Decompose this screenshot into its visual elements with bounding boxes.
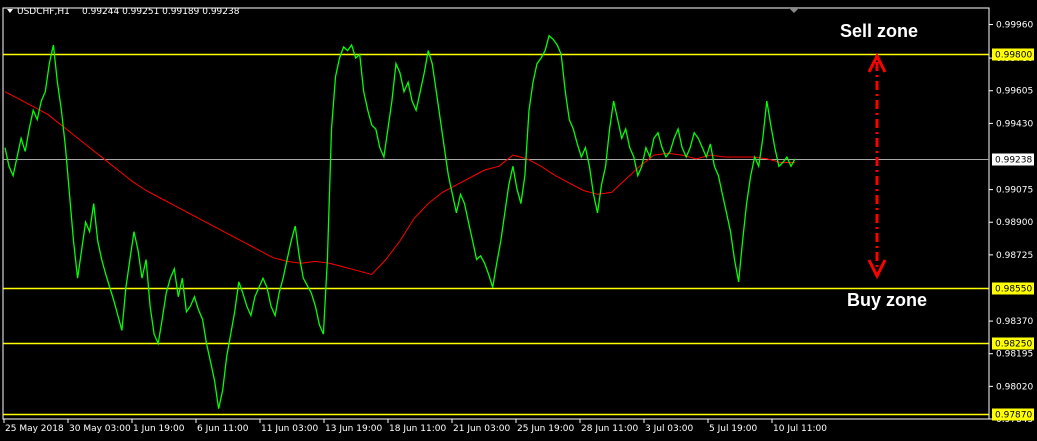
x-tick-label: 5 Jul 19:00 xyxy=(709,424,758,434)
x-tick-label: 3 Jul 03:00 xyxy=(645,424,694,434)
level-label: 0.97870 xyxy=(995,411,1032,421)
y-tick-label: 0.98020 xyxy=(996,382,1033,392)
x-tick-label: 25 Jun 19:00 xyxy=(517,424,574,434)
buy-zone-label: Buy zone xyxy=(847,290,927,310)
moving-average-line xyxy=(4,91,795,276)
price-series-layer xyxy=(4,34,796,409)
x-axis: 25 May 2018 30 May 03:00 1 Jun 19:00 6 Jun … xyxy=(3,419,827,434)
x-tick-label: 30 May 03:00 xyxy=(69,424,131,434)
ohlc-values: 0.99244 0.99251 0.99189 0.99238 xyxy=(82,7,240,17)
level-label: 0.99800 xyxy=(995,51,1032,61)
y-tick-label: 0.98900 xyxy=(996,218,1033,228)
current-price-label: 0.99238 xyxy=(995,156,1032,166)
chart-root: 0.999600.997800.996050.994300.990750.989… xyxy=(0,0,1037,441)
level-label: 0.98550 xyxy=(995,285,1032,295)
y-tick-label: 0.99075 xyxy=(996,186,1033,196)
y-tick-label: 0.98370 xyxy=(996,317,1033,327)
x-tick-label: 28 Jun 11:00 xyxy=(581,424,638,434)
x-tick-label: 10 Jul 11:00 xyxy=(773,424,827,434)
y-tick-label: 0.99960 xyxy=(996,21,1033,31)
y-tick-label: 0.99605 xyxy=(996,87,1033,97)
y-axis: 0.999600.997800.996050.994300.990750.989… xyxy=(989,21,1034,425)
symbol-label: USDCHF,H1 xyxy=(17,7,70,17)
levels-layer xyxy=(3,53,989,416)
x-tick-label: 6 Jun 11:00 xyxy=(197,424,249,434)
x-tick-label: 13 Jun 19:00 xyxy=(325,424,382,434)
price-chart: 0.999600.997800.996050.994300.990750.989… xyxy=(2,7,1034,434)
x-tick-label: 21 Jun 03:00 xyxy=(453,424,510,434)
moving-average-layer xyxy=(4,91,795,276)
price-line xyxy=(4,34,796,409)
x-tick-label: 18 Jun 11:00 xyxy=(389,424,446,434)
x-tick-label: 1 Jun 19:00 xyxy=(133,424,185,434)
annotations-layer: Sell zone Buy zone xyxy=(840,21,927,310)
y-tick-label: 0.98725 xyxy=(996,251,1033,261)
plot-frame xyxy=(2,7,990,420)
sell-zone-label: Sell zone xyxy=(840,21,918,41)
level-label: 0.98250 xyxy=(995,340,1032,350)
x-tick-label: 25 May 2018 xyxy=(5,424,64,434)
y-tick-label: 0.99430 xyxy=(996,119,1033,129)
x-tick-label: 11 Jun 03:00 xyxy=(261,424,318,434)
caret-down-icon[interactable] xyxy=(7,9,13,13)
shift-marker-icon[interactable] xyxy=(789,8,799,13)
y-tick-label: 0.98195 xyxy=(996,350,1033,360)
